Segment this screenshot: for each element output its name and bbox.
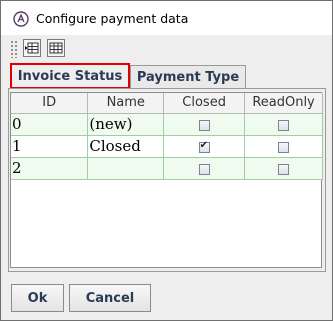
readonly-checkbox[interactable] <box>278 141 290 153</box>
cell-readonly[interactable] <box>244 135 323 158</box>
tab-invoice-status[interactable]: Invoice Status <box>10 63 130 89</box>
table-header-row: ID Name Closed ReadOnly <box>11 93 323 114</box>
insert-row-icon <box>25 42 39 54</box>
title-bar[interactable]: Configure payment data <box>1 1 332 35</box>
table-grid-icon <box>49 42 63 54</box>
column-header-closed[interactable]: Closed <box>163 93 246 114</box>
cell-name[interactable]: Closed <box>87 135 165 158</box>
cell-readonly[interactable] <box>244 113 323 136</box>
toolbar <box>2 35 332 62</box>
closed-checkbox[interactable] <box>198 163 210 175</box>
cell-name[interactable]: (new) <box>87 113 165 136</box>
closed-checkbox[interactable] <box>198 119 210 131</box>
cancel-button[interactable]: Cancel <box>69 284 151 312</box>
cell-closed[interactable] <box>163 157 246 180</box>
cell-id[interactable]: 2 <box>11 157 89 180</box>
column-header-readonly[interactable]: ReadOnly <box>244 93 323 114</box>
table-scroll-area[interactable]: ID Name Closed ReadOnly 0 (new) 1 Closed… <box>10 92 323 268</box>
cell-closed[interactable] <box>163 113 246 136</box>
configure-payment-dialog: Configure payment data Invoice Status Pa… <box>0 0 333 321</box>
ok-button[interactable]: Ok <box>11 284 64 312</box>
payment-status-table: ID Name Closed ReadOnly 0 (new) 1 Closed… <box>11 93 323 180</box>
column-header-id[interactable]: ID <box>11 93 89 114</box>
insert-row-button[interactable] <box>23 39 41 57</box>
cell-id[interactable]: 0 <box>11 113 89 136</box>
table-row[interactable]: 2 <box>11 157 323 180</box>
closed-checkbox[interactable] <box>198 140 210 153</box>
cell-readonly[interactable] <box>244 157 323 180</box>
cell-closed[interactable] <box>163 135 246 158</box>
tab-panel: ID Name Closed ReadOnly 0 (new) 1 Closed… <box>8 88 326 272</box>
toolbar-grip[interactable] <box>10 40 18 58</box>
table-grid-button[interactable] <box>47 39 65 57</box>
table-row[interactable]: 0 (new) <box>11 113 323 136</box>
table-row[interactable]: 1 Closed <box>11 135 323 158</box>
window-title: Configure payment data <box>36 11 189 26</box>
column-header-name[interactable]: Name <box>87 93 165 114</box>
readonly-checkbox[interactable] <box>278 119 290 131</box>
tab-bar: Invoice Status Payment Type <box>2 62 332 89</box>
tab-label: Invoice Status <box>17 68 123 84</box>
cell-id[interactable]: 1 <box>11 135 89 158</box>
tab-label: Payment Type <box>136 70 240 85</box>
readonly-checkbox[interactable] <box>278 163 290 175</box>
cell-name[interactable] <box>87 157 165 180</box>
app-icon <box>13 11 29 27</box>
tab-payment-type[interactable]: Payment Type <box>130 65 246 89</box>
